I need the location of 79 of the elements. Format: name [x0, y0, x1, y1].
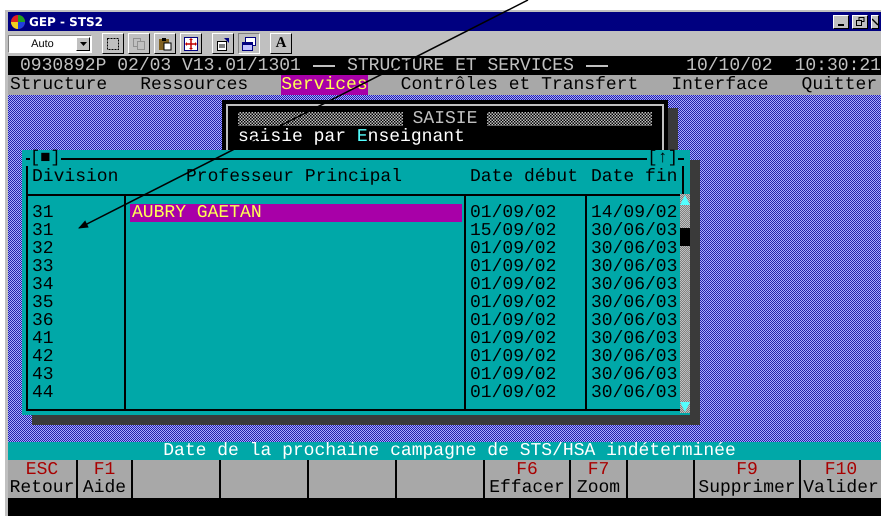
end-date-cell-text: 30/06/03	[590, 240, 678, 258]
division-cell-text: 33	[31, 258, 55, 276]
scroll-thumb[interactable]	[680, 228, 690, 246]
font-size-combo[interactable]: Auto	[8, 34, 92, 53]
function-key[interactable]: F10 Valider	[801, 460, 881, 498]
end-date-cell-text: 30/06/03	[590, 258, 678, 276]
end-date-cell-text: 30/06/03	[590, 330, 678, 348]
paste-button[interactable]	[154, 33, 176, 54]
minimize-icon	[838, 24, 844, 26]
close-button[interactable]	[871, 14, 879, 29]
end-date-cell-text: 30/06/03	[590, 384, 678, 402]
division-cell-text: 31	[31, 222, 55, 240]
division-cell-text: 43	[31, 366, 55, 384]
header-date: 10/10/02	[686, 57, 773, 75]
start-date-cell-text: 01/09/02	[469, 330, 558, 348]
header-time: 10:30:21	[794, 57, 881, 75]
menu-item[interactable]: Interface	[671, 75, 769, 95]
properties-icon	[216, 36, 230, 51]
end-date-cell-text: 30/06/03	[590, 222, 678, 240]
division-cell-text: 35	[31, 294, 55, 312]
app-logo-icon	[10, 14, 26, 30]
start-date-cell-text: 01/09/02	[469, 348, 558, 366]
end-date-cell-text: 30/06/03	[590, 366, 678, 384]
start-date-cell-text: 01/09/02	[469, 366, 558, 384]
menu-item[interactable]: Ressources	[140, 75, 248, 95]
window-title: GEP - STS2	[29, 14, 104, 29]
end-date-cell-text: 30/06/03	[590, 276, 678, 294]
end-date-cell-text: 30/06/03	[590, 348, 678, 366]
background-button[interactable]	[238, 33, 260, 54]
station-code: 0930892P 02/03 V13.01/1301	[20, 57, 301, 75]
division-cell-text: 32	[31, 240, 55, 258]
start-date-cell-text: 15/09/02	[469, 222, 558, 240]
end-date-cell-text: 30/06/03	[590, 312, 678, 330]
menu-item[interactable]: Quitter	[802, 75, 878, 95]
close-icon	[872, 18, 878, 26]
division-cell-text: 31	[31, 204, 55, 222]
start-date-cell-text: 01/09/02	[469, 240, 558, 258]
clipboard-icon	[158, 36, 172, 51]
restore-button[interactable]	[852, 14, 868, 29]
scrollbar[interactable]	[680, 194, 690, 413]
division-cell-text: 42	[31, 348, 55, 366]
dashed-rectangle-icon	[106, 36, 120, 51]
scroll-down-icon[interactable]	[680, 401, 690, 413]
division-cell-text: 36	[31, 312, 55, 330]
column-header: Professeur Principal	[185, 168, 404, 189]
zoom-box[interactable]: [↑]	[647, 150, 678, 168]
division-cell-text: 34	[31, 276, 55, 294]
copy-icon	[132, 36, 146, 51]
windows-icon	[242, 36, 256, 51]
dropdown-arrow-icon	[80, 42, 86, 46]
end-date-cell-text: 14/09/02	[590, 204, 678, 222]
teacher-cell[interactable]: AUBRY GAETAN	[130, 204, 462, 222]
division-cell-text: 41	[31, 330, 55, 348]
menu-item[interactable]: Contrôles et Transfert	[400, 75, 638, 95]
restore-icon	[856, 17, 864, 26]
column-header: Date début	[469, 168, 580, 189]
start-date-cell-text: 01/09/02	[469, 204, 558, 222]
fullscreen-button[interactable]	[180, 33, 202, 54]
mark-button[interactable]	[102, 33, 124, 54]
start-date-cell-text: 01/09/02	[469, 276, 558, 294]
properties-button[interactable]	[212, 33, 234, 54]
copy-button[interactable]	[128, 33, 150, 54]
screen-title: STRUCTURE ET SERVICES	[347, 57, 574, 75]
close-box[interactable]: [■]	[30, 150, 61, 168]
menu-item[interactable]: Structure	[10, 75, 108, 95]
column-header: Date fin	[590, 168, 678, 189]
start-date-cell-text: 01/09/02	[469, 312, 558, 330]
font-button[interactable]: A	[270, 33, 292, 54]
division-cell-text: 44	[31, 384, 55, 402]
start-date-cell-text: 01/09/02	[469, 294, 558, 312]
four-arrows-icon	[184, 36, 198, 51]
column-header: Division	[31, 168, 120, 189]
start-date-cell-text: 01/09/02	[469, 258, 558, 276]
end-date-cell-text: 30/06/03	[590, 294, 678, 312]
saisie-title: SAISIE	[412, 110, 478, 128]
minimize-button[interactable]	[833, 14, 849, 29]
saisie-option[interactable]: saisie par Enseignant	[238, 128, 652, 146]
status-message: Date de la prochaine campagne de STS/HSA indéterminée	[8, 442, 881, 460]
start-date-cell-text: 01/09/02	[469, 384, 558, 402]
